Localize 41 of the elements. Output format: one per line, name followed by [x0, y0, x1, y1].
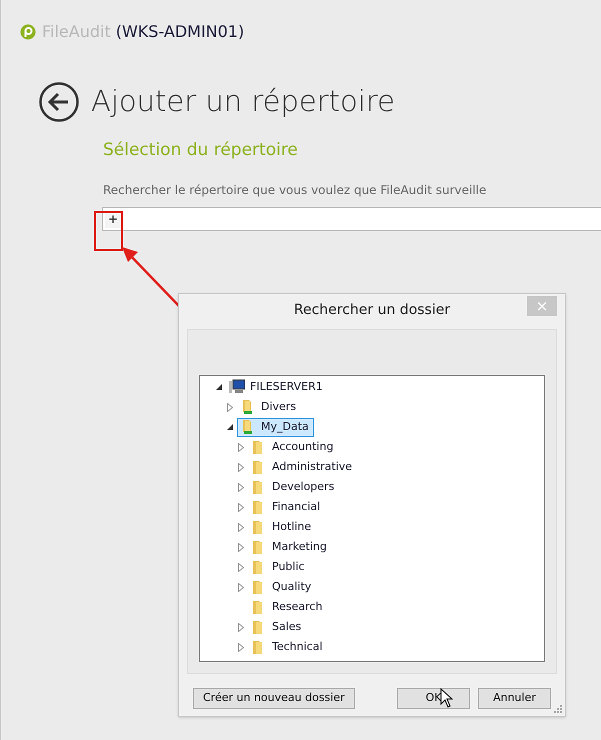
tree-item[interactable]: Sales: [248, 618, 306, 636]
tree-item[interactable]: FILESERVER1: [226, 378, 328, 396]
collapsed-triangle-icon[interactable]: [238, 642, 244, 652]
tree-item[interactable]: Financial: [248, 498, 326, 516]
tree-item[interactable]: Hotline: [248, 518, 316, 536]
resize-grip-icon: [554, 705, 562, 713]
page-title: Ajouter un répertoire: [91, 83, 395, 120]
dialog-button[interactable]: Annuler: [478, 688, 551, 709]
dialog-button[interactable]: OK: [397, 688, 470, 709]
collapsed-triangle-icon[interactable]: [238, 462, 244, 472]
tree-item[interactable]: My_Data: [237, 418, 314, 436]
collapsed-triangle-icon[interactable]: [238, 622, 244, 632]
tree-item[interactable]: Developers: [248, 478, 340, 496]
tree-item[interactable]: Technical: [248, 638, 328, 656]
tree-item[interactable]: Marketing: [248, 538, 332, 556]
highlight-frame: [94, 211, 123, 251]
collapsed-triangle-icon[interactable]: [238, 542, 244, 552]
host-name: (WKS-ADMIN01): [116, 21, 244, 43]
collapsed-triangle-icon[interactable]: [238, 522, 244, 532]
logo-icon: [20, 24, 36, 40]
collapsed-triangle-icon[interactable]: [238, 442, 244, 452]
dialog-title: Rechercher un dossier: [294, 300, 450, 320]
collapsed-triangle-icon[interactable]: [238, 482, 244, 492]
computer-icon: [229, 379, 245, 395]
tree-item[interactable]: Accounting: [248, 438, 338, 456]
hint-text: Rechercher le répertoire que vous voulez que FileAudit surveille: [103, 182, 488, 199]
tree-item[interactable]: Public: [248, 558, 310, 576]
collapsed-triangle-icon[interactable]: [238, 582, 244, 592]
tree-item[interactable]: Divers: [237, 398, 302, 416]
path-field[interactable]: +: [102, 207, 601, 231]
mouse-cursor-icon: [440, 688, 453, 708]
collapsed-triangle-icon[interactable]: [238, 502, 244, 512]
tree-item[interactable]: Research: [248, 598, 328, 616]
collapsed-triangle-icon[interactable]: [227, 402, 233, 412]
section-title: Sélection du répertoire: [103, 138, 299, 162]
collapsed-triangle-icon[interactable]: [238, 562, 244, 572]
tree-item[interactable]: Administrative: [248, 458, 358, 476]
dialog-button[interactable]: Créer un nouveau dossier: [193, 688, 355, 709]
tree-item[interactable]: Quality: [248, 578, 316, 596]
expanded-triangle-icon[interactable]: [227, 424, 234, 430]
expanded-triangle-icon[interactable]: [216, 384, 223, 390]
